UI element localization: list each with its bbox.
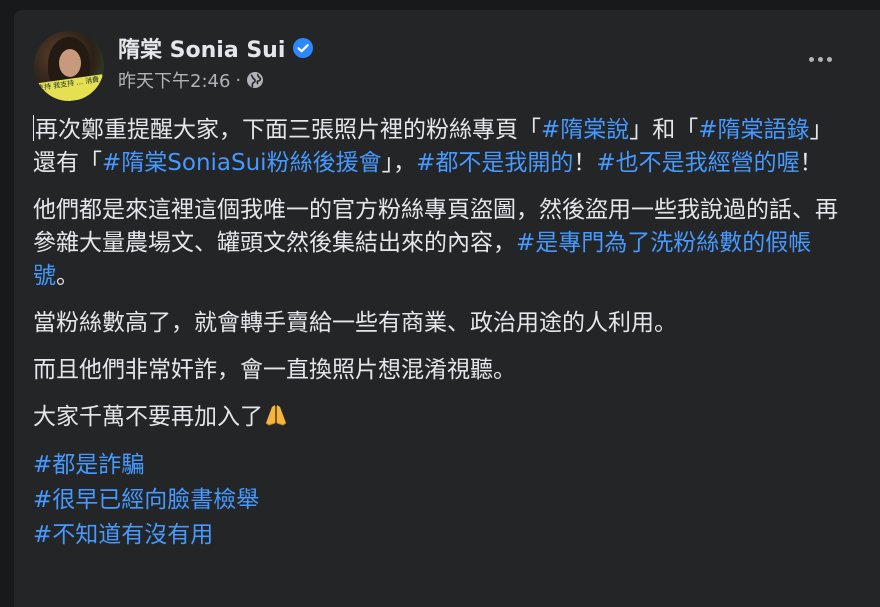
hashtag-link[interactable]: #隋棠說 <box>541 117 629 143</box>
more-dot <box>808 56 814 62</box>
avatar[interactable]: 支持 我支持 ... 消費 <box>34 31 104 101</box>
post-paragraph-1: 他們都是來這裡這個我唯一的官方粉絲專頁盜圖，然後盜用一些我說過的話、再參雜大量農… <box>33 194 848 293</box>
post-text: 再次鄭重提醒大家，下面三張照片裡的粉絲專頁「 <box>35 117 541 143</box>
author-row: 隋棠 Sonia Sui <box>118 32 314 64</box>
post-text: ！ <box>573 150 597 176</box>
post-timestamp[interactable]: 昨天下午2:46 <box>118 67 230 93</box>
post-text: 而且他們非常奸詐，會一直換照片想混淆視聽。 <box>33 357 516 383</box>
post-card: 支持 我支持 ... 消費 隋棠 Sonia Sui 昨天下午2:46 · 再次… <box>14 10 880 607</box>
post-text: 大家千萬不要再加入了 <box>33 404 263 430</box>
post-text: 。 <box>56 263 79 289</box>
verified-badge-icon <box>293 38 314 58</box>
post-body: 再次鄭重提醒大家，下面三張照片裡的粉絲專頁「#隋棠說」和「#隋棠語錄」還有「#隋… <box>33 114 848 553</box>
avatar-face <box>59 49 81 77</box>
meta-separator: · <box>235 69 242 91</box>
post-text: ！ <box>799 150 823 176</box>
avatar-banner: 支持 我支持 ... 消費 <box>34 74 104 101</box>
post-paragraph-3: 而且他們非常奸詐，會一直換照片想混淆視聽。 <box>33 354 848 387</box>
post-text: 當粉絲數高了，就會轉手賣給一些有商業、政治用途的人利用。 <box>33 310 677 336</box>
more-dot <box>826 56 832 62</box>
post-text: 」和「 <box>629 117 699 143</box>
hashtag-link[interactable]: #都是詐騙 <box>33 452 144 478</box>
post-meta: 昨天下午2:46 · <box>118 67 264 93</box>
post-paragraph-4: 大家千萬不要再加入了 <box>33 401 848 434</box>
more-options-button[interactable] <box>800 46 840 72</box>
hashtag-link[interactable]: #隋棠語錄 <box>698 117 809 143</box>
post-paragraph-0: 再次鄭重提醒大家，下面三張照片裡的粉絲專頁「#隋棠說」和「#隋棠語錄」還有「#隋… <box>33 114 848 180</box>
author-name[interactable]: 隋棠 Sonia Sui <box>118 32 285 64</box>
post-text: 」， <box>381 150 417 176</box>
more-dot <box>817 56 823 62</box>
folded-hands-icon <box>265 405 287 426</box>
text-cursor <box>33 115 34 141</box>
post-paragraph-2: 當粉絲數高了，就會轉手賣給一些有商業、政治用途的人利用。 <box>33 307 848 340</box>
hashtag-link[interactable]: #隋棠SoniaSui粉絲後援會 <box>102 150 382 176</box>
hashtag-list: #都是詐騙 #很早已經向臉書檢舉 #不知道有沒有用 <box>33 448 848 553</box>
hashtag-link[interactable]: #也不是我經營的喔 <box>596 150 799 176</box>
hashtag-link[interactable]: #不知道有沒有用 <box>33 522 213 548</box>
globe-icon[interactable] <box>246 71 264 89</box>
hashtag-link[interactable]: #都不是我開的 <box>416 150 573 176</box>
hashtag-link[interactable]: #很早已經向臉書檢舉 <box>33 487 259 513</box>
